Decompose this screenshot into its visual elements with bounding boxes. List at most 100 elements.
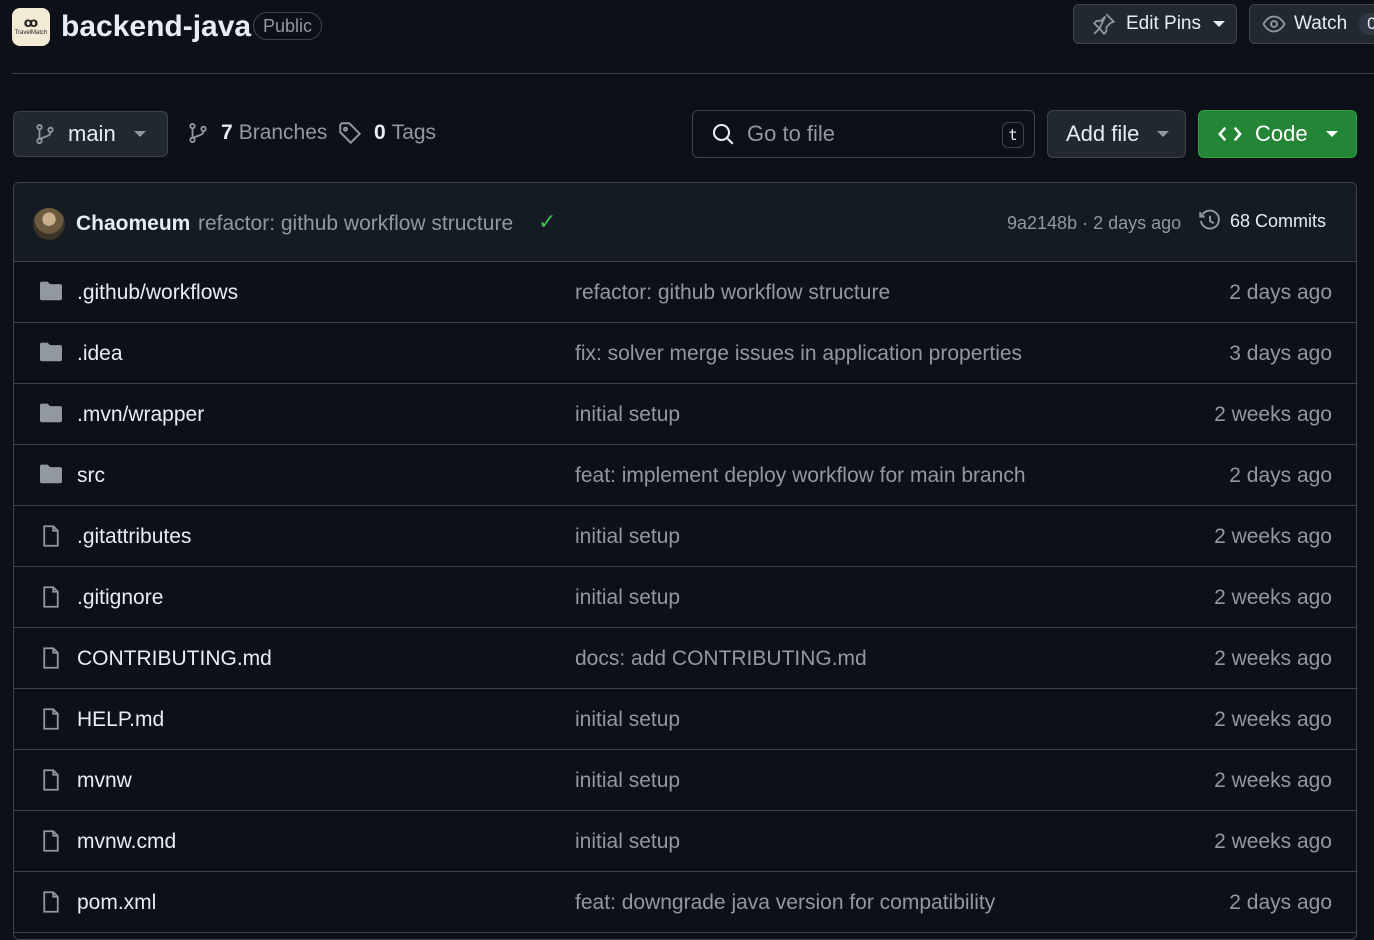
file-commit-age: 2 days ago (1229, 891, 1332, 914)
watch-count: 0 (1359, 13, 1374, 35)
watch-label: Watch (1294, 13, 1348, 34)
branch-name: main (68, 121, 116, 146)
file-name[interactable]: .gitignore (77, 586, 163, 610)
chevron-down-icon (133, 131, 146, 137)
table-row[interactable]: mvnw.cmd initial setup 2 weeks ago (14, 811, 1356, 872)
file-commit-message[interactable]: initial setup (575, 830, 680, 854)
file-icon (38, 829, 64, 858)
commit-author[interactable]: Chaomeum (76, 212, 190, 236)
file-name[interactable]: mvnw (77, 769, 132, 793)
file-icon (38, 524, 64, 553)
code-icon (1217, 123, 1243, 145)
file-commit-message[interactable]: docs: add CONTRIBUTING.md (575, 647, 867, 671)
tags-count: 0 (374, 121, 386, 144)
tags-label: Tags (391, 121, 437, 144)
folder-icon (38, 463, 64, 490)
table-row[interactable]: .gitignore initial setup 2 weeks ago (14, 567, 1356, 628)
edit-pins-label: Edit Pins (1126, 13, 1201, 34)
file-commit-age: 2 weeks ago (1214, 830, 1332, 853)
file-commit-message[interactable]: initial setup (575, 769, 680, 793)
tag-icon (338, 121, 362, 145)
latest-commit-bar: Chaomeum refactor: github workflow struc… (14, 183, 1356, 262)
code-label: Code (1255, 121, 1308, 146)
table-row[interactable]: mvnw initial setup 2 weeks ago (14, 750, 1356, 811)
branches-link[interactable]: 7 Branches (187, 121, 327, 145)
chevron-down-icon (1212, 21, 1225, 27)
table-row[interactable]: .idea fix: solver merge issues in applica… (14, 323, 1356, 384)
history-icon (1198, 209, 1222, 233)
file-commit-message[interactable]: refactor: github workflow structure (575, 281, 890, 305)
branches-label: Branches (238, 121, 328, 144)
logo-text: TravelMatch (14, 30, 48, 36)
table-row[interactable]: .mvn/wrapper initial setup 2 weeks ago (14, 384, 1356, 445)
file-name[interactable]: pom.xml (77, 891, 156, 915)
commit-sha-time[interactable]: 9a2148b · 2 days ago (1007, 213, 1181, 234)
file-table: Chaomeum refactor: github workflow struc… (13, 182, 1357, 940)
search-icon (711, 122, 735, 146)
file-commit-message[interactable]: feat: downgrade java version for compati… (575, 891, 995, 915)
file-name[interactable]: src (77, 464, 105, 488)
edit-pins-button[interactable]: Edit Pins (1073, 4, 1237, 44)
file-name[interactable]: .idea (77, 342, 123, 366)
folder-icon (38, 280, 64, 307)
file-commit-age: 2 weeks ago (1214, 708, 1332, 731)
table-row[interactable]: CONTRIBUTING.md docs: add CONTRIBUTING.md… (14, 628, 1356, 689)
branch-icon (34, 123, 56, 145)
file-icon (38, 585, 64, 614)
file-commit-message[interactable]: fix: solver merge issues in application … (575, 342, 1022, 366)
add-file-label: Add file (1066, 121, 1140, 146)
file-icon (38, 768, 64, 797)
table-row[interactable]: src feat: implement deploy workflow for m… (14, 445, 1356, 506)
file-name[interactable]: .gitattributes (77, 525, 191, 549)
file-commit-message[interactable]: initial setup (575, 708, 680, 732)
pin-icon (1092, 12, 1116, 36)
avatar[interactable] (33, 208, 65, 240)
file-commit-age: 2 weeks ago (1214, 647, 1332, 670)
commits-link[interactable]: 68 Commits (1198, 209, 1326, 233)
file-commit-message[interactable]: initial setup (575, 525, 680, 549)
code-button[interactable]: Code (1198, 110, 1357, 158)
eye-icon (1262, 12, 1286, 36)
file-commit-message[interactable]: feat: implement deploy workflow for main… (575, 464, 1026, 488)
file-icon (38, 890, 64, 919)
branches-count: 7 (221, 121, 233, 144)
file-icon (38, 707, 64, 736)
repo-name[interactable]: backend-java (61, 10, 251, 44)
check-icon[interactable]: ✓ (538, 209, 556, 235)
commits-label: 68 Commits (1230, 210, 1327, 231)
search-placeholder: Go to file (747, 121, 836, 146)
file-commit-age: 3 days ago (1229, 342, 1332, 365)
file-icon (38, 646, 64, 675)
table-row[interactable]: HELP.md initial setup 2 weeks ago (14, 689, 1356, 750)
file-commit-message[interactable]: initial setup (575, 403, 680, 427)
add-file-button[interactable]: Add file (1047, 110, 1186, 158)
branch-selector[interactable]: main (13, 111, 168, 157)
commit-message[interactable]: refactor: github workflow structure (198, 212, 513, 236)
chevron-down-icon (1157, 131, 1170, 137)
file-commit-age: 2 weeks ago (1214, 403, 1332, 426)
table-row[interactable]: .github/workflows refactor: github workfl… (14, 262, 1356, 323)
search-shortcut-key: t (1002, 122, 1024, 148)
table-row[interactable]: .gitattributes initial setup 2 weeks ago (14, 506, 1356, 567)
go-to-file-search[interactable]: Go to file t (692, 110, 1035, 158)
file-name[interactable]: HELP.md (77, 708, 164, 732)
file-commit-age: 2 weeks ago (1214, 769, 1332, 792)
logo-eyes-icon: ꝏ (23, 15, 39, 30)
org-logo[interactable]: ꝏ TravelMatch (12, 8, 50, 46)
file-name[interactable]: .mvn/wrapper (77, 403, 204, 427)
file-commit-age: 2 weeks ago (1214, 525, 1332, 548)
file-commit-message[interactable]: initial setup (575, 586, 680, 610)
file-name[interactable]: .github/workflows (77, 281, 238, 305)
visibility-badge: Public (253, 12, 323, 40)
folder-icon (38, 402, 64, 429)
chevron-down-icon (1325, 131, 1338, 137)
file-name[interactable]: mvnw.cmd (77, 830, 176, 854)
table-row[interactable]: pom.xml feat: downgrade java version for … (14, 872, 1356, 933)
branch-icon (187, 122, 209, 144)
file-name[interactable]: CONTRIBUTING.md (77, 647, 272, 671)
header-divider (12, 73, 1374, 74)
file-commit-age: 2 weeks ago (1214, 586, 1332, 609)
file-commit-age: 2 days ago (1229, 281, 1332, 304)
watch-button[interactable]: Watch 0 (1249, 4, 1374, 44)
tags-link[interactable]: 0 Tags (338, 121, 436, 145)
